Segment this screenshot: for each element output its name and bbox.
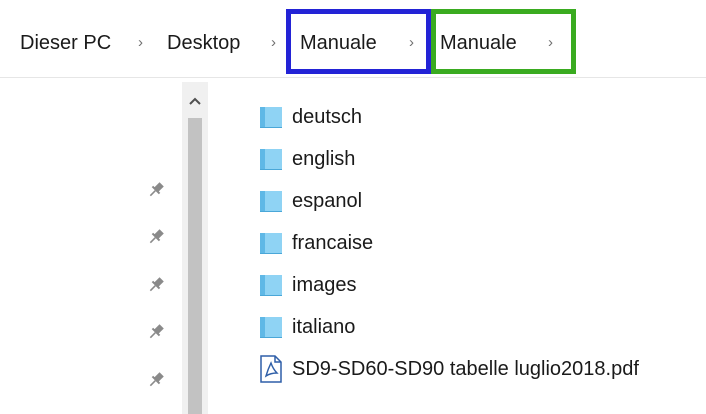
breadcrumb-item-dieser-pc[interactable]: Dieser PC	[20, 26, 111, 60]
pdf-file-icon	[260, 355, 282, 383]
breadcrumb-separator-icon[interactable]: ›	[138, 26, 143, 60]
file-name: francaise	[292, 232, 374, 254]
scrollbar-thumb[interactable]	[188, 118, 202, 414]
breadcrumb-divider	[0, 77, 706, 78]
highlight-box-blue	[286, 9, 431, 74]
pin-icon[interactable]	[146, 227, 166, 247]
explorer-window: Dieser PC › Desktop › Manuale › Manuale …	[0, 0, 706, 414]
pin-icon[interactable]	[146, 275, 166, 295]
pin-icon[interactable]	[146, 322, 166, 342]
highlight-box-green	[431, 9, 576, 74]
folder-icon	[258, 314, 284, 340]
pin-icon[interactable]	[146, 370, 166, 390]
folder-icon	[258, 230, 284, 256]
folder-icon	[258, 188, 284, 214]
folder-icon	[258, 146, 284, 172]
folder-icon	[258, 104, 284, 130]
file-name: images	[292, 274, 357, 296]
file-name: espanol	[292, 190, 363, 212]
breadcrumb: Dieser PC › Desktop › Manuale › Manuale …	[0, 0, 706, 80]
breadcrumb-item-desktop[interactable]: Desktop	[167, 26, 240, 60]
breadcrumb-separator-icon[interactable]: ›	[271, 26, 276, 60]
file-name: SD9-SD60-SD90 tabelle luglio2018.pdf	[292, 358, 639, 380]
pin-icon[interactable]	[146, 180, 166, 200]
file-name: italiano	[292, 316, 356, 338]
file-name: english	[292, 148, 356, 170]
chevron-up-icon[interactable]	[182, 86, 208, 114]
folder-icon	[258, 272, 284, 298]
file-name: deutsch	[292, 106, 363, 128]
